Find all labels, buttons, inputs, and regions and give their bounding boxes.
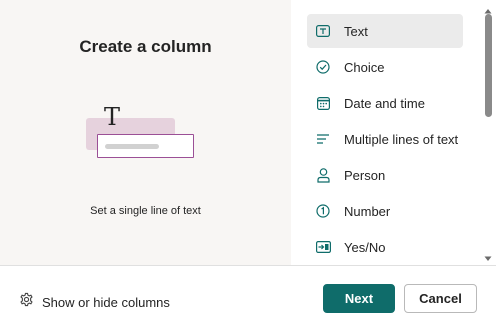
column-type-date-and-time[interactable]: Date and time <box>307 86 463 120</box>
text-box-icon <box>315 23 331 39</box>
person-icon <box>315 167 331 183</box>
column-type-label: Date and time <box>344 95 425 111</box>
footer-divider <box>0 265 496 266</box>
column-type-list[interactable]: Text Choice Date and time Multiple lines… <box>291 0 496 265</box>
scrollbar-thumb[interactable] <box>485 14 492 117</box>
column-type-multiple-lines-of-text[interactable]: Multiple lines of text <box>307 122 463 156</box>
column-type-text[interactable]: Text <box>307 14 463 48</box>
text-column-illustration: T <box>84 104 196 160</box>
gear-icon <box>19 292 34 312</box>
toggle-box-icon <box>315 239 331 255</box>
column-type-label: Number <box>344 203 391 219</box>
show-hide-columns-label: Show or hide columns <box>42 294 170 310</box>
column-type-yes-no[interactable]: Yes/No <box>307 230 463 264</box>
column-type-label: Person <box>344 167 386 183</box>
circle-check-icon <box>315 59 331 75</box>
column-type-label: Choice <box>344 59 385 75</box>
column-type-choice[interactable]: Choice <box>307 50 463 84</box>
column-type-label: Text <box>344 23 368 39</box>
number-circle-icon <box>315 203 331 219</box>
lines-icon <box>315 131 331 147</box>
show-hide-columns-link[interactable]: Show or hide columns <box>19 292 170 312</box>
column-type-label: Multiple lines of text <box>344 131 459 147</box>
illustration-glyph: T <box>104 103 121 131</box>
preview-title: Create a column <box>79 37 212 56</box>
column-type-number[interactable]: Number <box>307 194 463 228</box>
preview-pane: Create a column T Set a single line of t… <box>0 0 291 265</box>
preview-description: Set a single line of text <box>90 205 201 217</box>
illustration-field-placeholder <box>105 144 159 149</box>
scroll-down-arrow-icon[interactable] <box>483 250 493 261</box>
column-type-person[interactable]: Person <box>307 158 463 192</box>
illustration-field <box>97 134 194 158</box>
create-column-dialog: Create a column T Set a single line of t… <box>0 0 496 332</box>
cancel-button[interactable]: Cancel <box>404 284 477 313</box>
column-type-label: Yes/No <box>344 239 386 255</box>
next-button[interactable]: Next <box>323 284 395 313</box>
scroll-up-arrow-icon[interactable] <box>483 2 493 14</box>
calendar-icon <box>315 95 331 111</box>
